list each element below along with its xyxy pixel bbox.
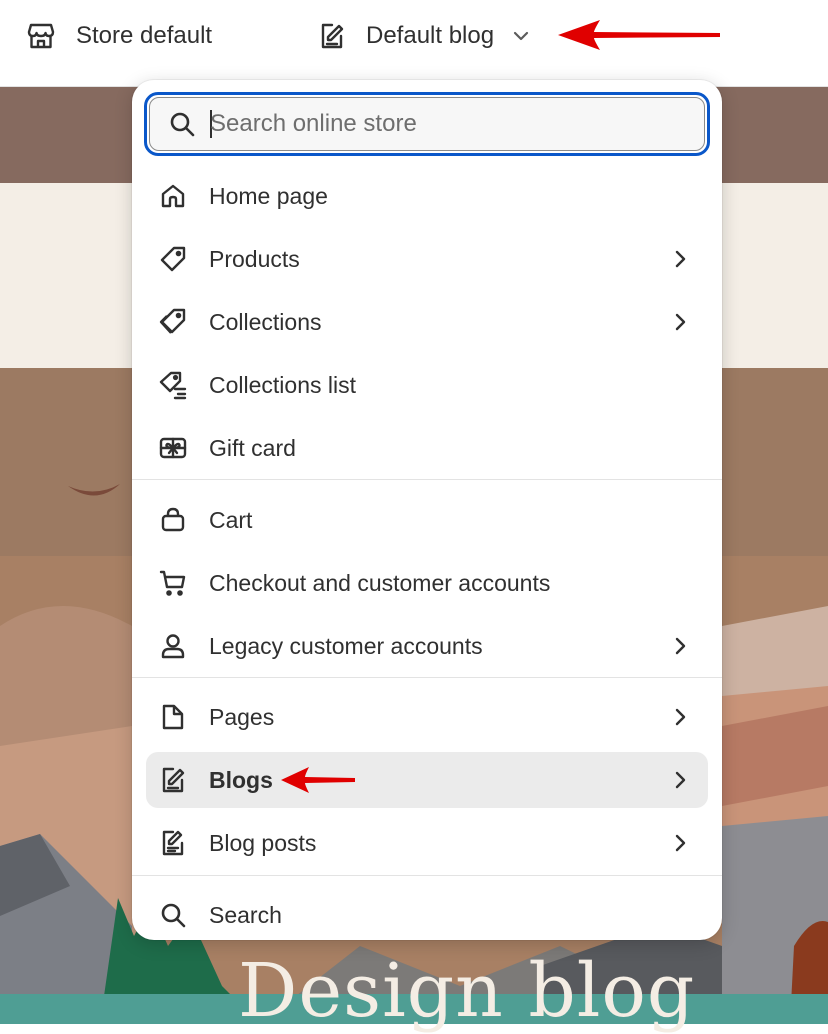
menu-item-home-page[interactable]: Home page [146, 168, 708, 224]
menu-item-label: Products [209, 245, 300, 272]
menu-item-blogs[interactable]: Blogs [146, 752, 708, 808]
chevron-right-icon [668, 247, 692, 271]
search-input[interactable] [210, 110, 650, 138]
chevron-right-icon [668, 634, 692, 658]
chevron-right-icon [668, 768, 692, 792]
menu-item-collections[interactable]: Collections [146, 294, 708, 350]
person-icon [158, 631, 188, 661]
edit-document-icon [318, 22, 346, 50]
menu-item-label: Collections [209, 308, 322, 335]
menu-item-label: Collections list [209, 371, 356, 398]
tag-icon [158, 244, 188, 274]
search-field-focus-ring [144, 92, 710, 156]
blog-post-icon [158, 828, 188, 858]
chevron-down-icon [510, 25, 532, 47]
menu-divider [132, 677, 722, 678]
template-dropdown-label: Default blog [366, 22, 495, 49]
chevron-right-icon [668, 831, 692, 855]
store-icon [26, 21, 56, 51]
cart-icon [158, 568, 188, 598]
menu-item-label: Search [209, 901, 282, 928]
preview-heading: Design blog [238, 948, 696, 1034]
annotation-arrow-icon [280, 767, 355, 793]
menu-item-label: Cart [209, 506, 253, 533]
search-icon [158, 900, 188, 930]
chevron-right-icon [668, 705, 692, 729]
menu-item-legacy-customer-accounts[interactable]: Legacy customer accounts [146, 618, 708, 674]
collection-tag-icon [158, 307, 188, 337]
menu-item-blog-posts[interactable]: Blog posts [146, 815, 708, 871]
menu-item-label: Gift card [209, 434, 296, 461]
gift-card-icon [158, 433, 188, 463]
menu-item-label: Checkout and customer accounts [209, 569, 551, 596]
menu-item-gift-card[interactable]: Gift card [146, 420, 708, 476]
menu-item-label: Blogs [209, 766, 273, 793]
annotation-arrow-icon [558, 20, 720, 50]
collection-list-icon [158, 370, 188, 400]
store-template-selector[interactable]: Store default [26, 0, 212, 72]
page-icon [158, 702, 188, 732]
menu-item-label: Blog posts [209, 829, 317, 856]
home-icon [158, 181, 188, 211]
search-field[interactable] [149, 97, 705, 151]
menu-item-label: Legacy customer accounts [209, 632, 483, 659]
menu-divider [132, 479, 722, 480]
menu-divider [132, 875, 722, 876]
menu-item-search[interactable]: Search [146, 887, 708, 940]
menu-item-checkout[interactable]: Checkout and customer accounts [146, 555, 708, 611]
menu-item-label: Pages [209, 703, 275, 730]
menu-item-products[interactable]: Products [146, 231, 708, 287]
template-picker-dropdown: Home page Products Collections [132, 80, 722, 940]
menu-item-collections-list[interactable]: Collections list [146, 357, 708, 413]
blog-icon [158, 765, 188, 795]
search-icon [168, 110, 196, 138]
store-template-label: Store default [76, 22, 213, 49]
menu-item-cart[interactable]: Cart [146, 492, 708, 548]
template-dropdown-trigger[interactable]: Default blog [318, 0, 532, 72]
menu-item-pages[interactable]: Pages [146, 689, 708, 745]
bag-icon [158, 505, 188, 535]
theme-editor-topbar: Store default Default blog [0, 0, 828, 87]
chevron-right-icon [668, 310, 692, 334]
menu-item-label: Home page [209, 182, 328, 209]
